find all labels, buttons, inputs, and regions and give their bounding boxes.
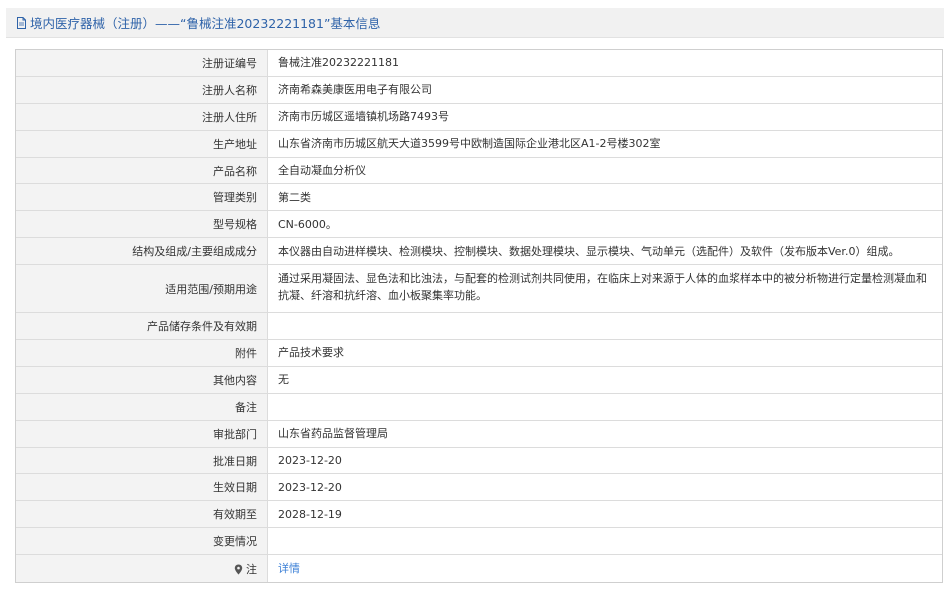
table-row-registrant-address: 注册人住所 济南市历城区遥墙镇机场路7493号 [16,103,942,131]
row-label: 备注 [16,393,268,420]
row-label: 产品储存条件及有效期 [16,313,268,340]
table-row-approval-department: 审批部门 山东省药品监督管理局 [16,420,942,448]
row-value: 山东省药品监督管理局 [278,427,388,441]
pin-icon [234,564,243,575]
row-label: 注册人名称 [16,76,268,103]
row-label: 产品名称 [16,157,268,184]
row-label: 有效期至 [16,501,268,528]
row-label: 其他内容 [16,366,268,393]
table-row-valid-until: 有效期至 2028-12-19 [16,501,942,529]
row-value: 全自动凝血分析仪 [278,164,366,177]
details-link[interactable]: 详情 [278,560,300,577]
table-row-structure-composition: 结构及组成/主要组成成分 本仪器由自动进样模块、检测模块、控制模块、数据处理模块… [16,238,942,266]
row-value: CN-6000。 [278,217,337,231]
info-table: 注册证编号 鲁械注准20232221181 注册人名称 济南希森美康医用电子有限… [15,49,943,584]
row-label: 注册证编号 [16,50,268,76]
row-label: 型号规格 [16,211,268,238]
row-label: 生效日期 [16,474,268,501]
table-row-attachment: 附件 产品技术要求 [16,340,942,367]
table-row-effective-date: 生效日期 2023-12-20 [16,474,942,502]
table-row-intended-use: 适用范围/预期用途 通过采用凝固法、显色法和比浊法，与配套的检测试剂共同使用，在… [16,265,942,314]
page-title-bar: 境内医疗器械（注册）——“鲁械注准20232221181”基本信息 [6,8,944,38]
row-value: 产品技术要求 [278,346,344,360]
table-row-model-spec: 型号规格 CN-6000。 [16,211,942,239]
row-label: 注册人住所 [16,103,268,130]
row-label: 批准日期 [16,447,268,474]
table-row-storage-validity: 产品储存条件及有效期 [16,313,942,341]
table-row-registration-number: 注册证编号 鲁械注准20232221181 [16,50,942,77]
table-row-note: 注 详情 [16,555,942,583]
table-row-remarks: 备注 [16,393,942,421]
page: 境内医疗器械（注册）——“鲁械注准20232221181”基本信息 注册证编号 … [0,0,950,603]
row-label: 适用范围/预期用途 [16,265,268,313]
row-value: 2023-12-20 [278,454,342,468]
row-value: 山东省济南市历城区航天大道3599号中欧制造国际企业港北区A1-2号楼302室 [278,137,661,151]
row-value: 详情 [268,555,942,582]
row-value: 无 [278,373,289,387]
table-row-management-category: 管理类别 第二类 [16,184,942,212]
row-value: 本仪器由自动进样模块、检测模块、控制模块、数据处理模块、显示模块、气动单元（选配… [278,244,900,258]
table-row-change-status: 变更情况 [16,528,942,556]
row-label: 审批部门 [16,420,268,447]
row-value: 2028-12-19 [278,507,342,521]
row-label: 管理类别 [16,184,268,211]
row-value [268,528,942,554]
row-value: 第二类 [278,190,311,204]
row-value: 通过采用凝固法、显色法和比浊法，与配套的检测试剂共同使用，在临床上对来源于人体的… [278,272,927,303]
row-label: 附件 [16,340,268,366]
document-icon [16,16,27,29]
table-row-other-content: 其他内容 无 [16,366,942,394]
page-title: 境内医疗器械（注册）——“鲁械注准20232221181”基本信息 [30,16,381,31]
table-row-registrant-name: 注册人名称 济南希森美康医用电子有限公司 [16,76,942,104]
row-value: 2023-12-20 [278,480,342,494]
row-label: 生产地址 [16,130,268,157]
table-row-approval-date: 批准日期 2023-12-20 [16,447,942,475]
row-value: 鲁械注准20232221181 [278,56,399,70]
row-label: 结构及组成/主要组成成分 [16,238,268,265]
row-value [268,394,942,420]
row-value: 济南希森美康医用电子有限公司 [278,83,432,97]
row-label-note: 注 [16,555,268,583]
note-label-text: 注 [246,562,257,576]
row-value: 济南市历城区遥墙镇机场路7493号 [278,110,449,124]
row-value [268,313,942,339]
table-row-product-name: 产品名称 全自动凝血分析仪 [16,157,942,185]
row-label: 变更情况 [16,528,268,555]
table-row-production-address: 生产地址 山东省济南市历城区航天大道3599号中欧制造国际企业港北区A1-2号楼… [16,130,942,158]
